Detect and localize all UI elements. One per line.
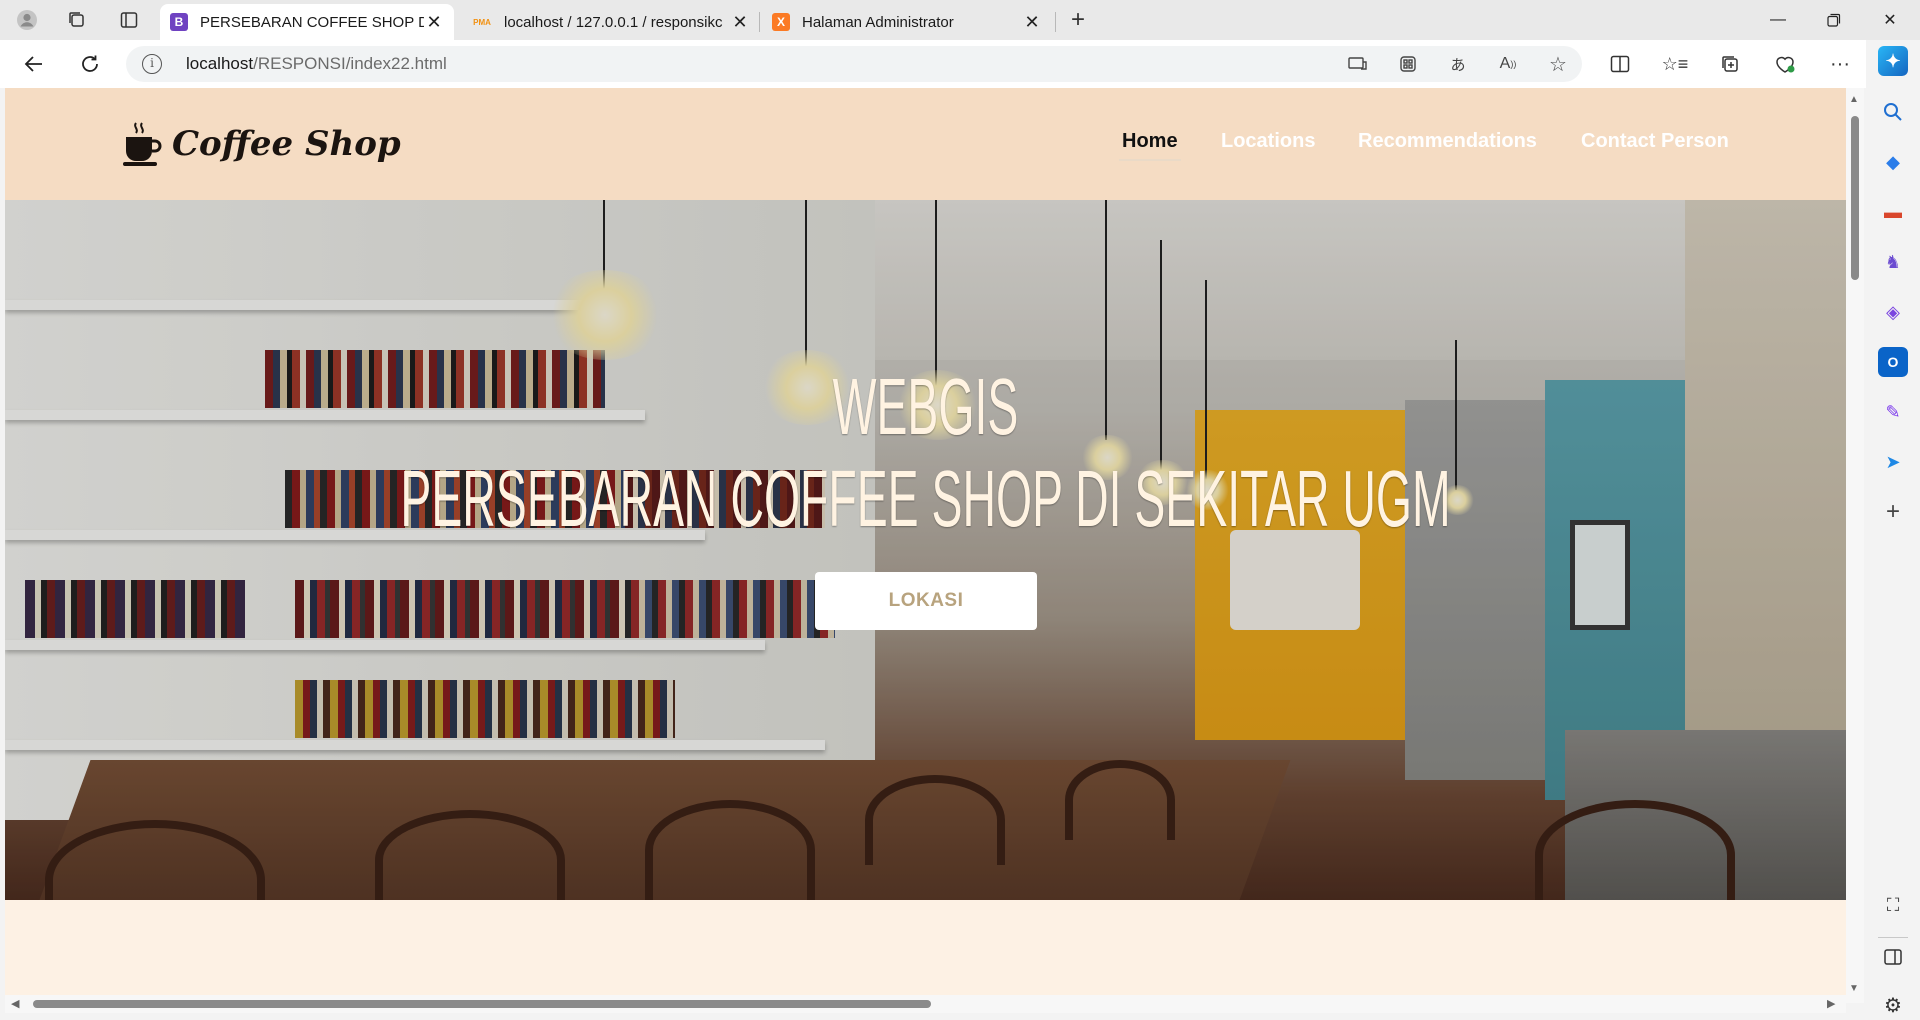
- page-viewport: Coffee Shop Home Locations Recommendatio…: [5, 88, 1846, 1003]
- translate-icon[interactable]: あ: [1446, 54, 1470, 74]
- refresh-icon[interactable]: [72, 48, 108, 80]
- tab-phpmyadmin[interactable]: PMA localhost / 127.0.0.1 / responsikc ✕: [462, 4, 760, 40]
- copilot-icon[interactable]: ✦: [1878, 46, 1908, 76]
- horizontal-scroll-thumb[interactable]: [33, 1000, 931, 1008]
- nav-recommendations[interactable]: Recommendations: [1358, 130, 1537, 153]
- close-tab-icon[interactable]: ✕: [1022, 12, 1042, 33]
- back-arrow-icon[interactable]: [16, 48, 52, 80]
- brand[interactable]: Coffee Shop: [122, 121, 401, 167]
- hero-title-line1: WEBGIS: [832, 362, 1019, 451]
- hero-section: WEBGIS PERSEBARAN COFFEE SHOP DI SEKITAR…: [5, 200, 1846, 900]
- horizontal-scrollbar[interactable]: ◀ ▶: [5, 995, 1846, 1013]
- close-tab-icon[interactable]: ✕: [424, 12, 444, 33]
- xampp-favicon-icon: X: [772, 13, 790, 31]
- minimize-icon[interactable]: —: [1750, 0, 1806, 40]
- collections-icon[interactable]: [1715, 50, 1745, 78]
- settings-gear-icon[interactable]: ⚙: [1878, 990, 1908, 1020]
- sidebar-separator: [1878, 937, 1908, 938]
- edge-sidebar: ✦ ◆ ▬ ♞ ◈ O ✎ ➤ + ⛶ ⚙: [1866, 40, 1920, 1020]
- url-path: /RESPONSI/index22.html: [253, 54, 447, 73]
- site-info-icon[interactable]: i: [142, 54, 162, 74]
- nav-home[interactable]: Home: [1119, 130, 1181, 161]
- site-navbar: Coffee Shop Home Locations Recommendatio…: [5, 88, 1846, 200]
- phpmyadmin-favicon-icon: PMA: [473, 17, 491, 27]
- address-url[interactable]: localhost/RESPONSI/index22.html: [186, 54, 447, 74]
- scroll-up-icon[interactable]: ▲: [1849, 94, 1859, 105]
- new-tab-icon[interactable]: +: [1063, 6, 1093, 34]
- search-icon[interactable]: [1878, 97, 1908, 127]
- close-tab-icon[interactable]: ✕: [730, 12, 750, 33]
- add-sidebar-app-icon[interactable]: +: [1878, 497, 1908, 527]
- tab-title: localhost / 127.0.0.1 / responsikc: [504, 13, 723, 31]
- scroll-left-icon[interactable]: ◀: [11, 997, 19, 1010]
- favorites-icon[interactable]: ☆≡: [1660, 50, 1690, 78]
- favorite-star-icon[interactable]: ☆: [1546, 54, 1570, 76]
- tab-strip: B PERSEBARAN COFFEE SHOP DI S ✕ PMA loca…: [0, 0, 1920, 40]
- workspaces-icon[interactable]: [62, 6, 92, 34]
- hero-overlay: [5, 200, 1846, 900]
- close-window-icon[interactable]: ✕: [1862, 0, 1918, 40]
- hero-title-line2: PERSEBARAN COFFEE SHOP DI SEKITAR UGM: [400, 454, 1451, 543]
- profile-icon[interactable]: [12, 6, 42, 34]
- tab-separator: [759, 12, 760, 32]
- tab-actions-icon[interactable]: [114, 6, 144, 34]
- coffee-cup-icon: [122, 121, 162, 167]
- split-screen-icon[interactable]: [1605, 50, 1635, 78]
- more-options-icon[interactable]: ···: [1825, 50, 1855, 78]
- browser-toolbar: i localhost/RESPONSI/index22.html あ A)) …: [0, 40, 1920, 88]
- app-available-icon[interactable]: [1346, 54, 1370, 74]
- scroll-right-icon[interactable]: ▶: [1827, 997, 1835, 1010]
- apps-grid-icon[interactable]: [1396, 54, 1420, 74]
- tools-briefcase-icon[interactable]: ▬: [1878, 197, 1908, 227]
- tab-separator: [1055, 12, 1056, 32]
- bootstrap-favicon-icon: B: [170, 13, 188, 31]
- hide-sidebar-icon[interactable]: [1878, 942, 1908, 972]
- browser-essentials-icon[interactable]: [1770, 50, 1800, 78]
- read-aloud-icon[interactable]: A)): [1496, 54, 1520, 74]
- tab-title: PERSEBARAN COFFEE SHOP DI S: [200, 13, 424, 31]
- url-host: localhost: [186, 54, 254, 73]
- tab-persebaran[interactable]: B PERSEBARAN COFFEE SHOP DI S ✕: [160, 4, 454, 40]
- screenshot-icon[interactable]: ⛶: [1878, 890, 1908, 920]
- drop-send-icon[interactable]: ➤: [1878, 447, 1908, 477]
- designer-icon[interactable]: ✎: [1878, 397, 1908, 427]
- vertical-scrollbar[interactable]: ▲ ▼: [1846, 88, 1864, 1003]
- shopping-tag-icon[interactable]: ◆: [1878, 147, 1908, 177]
- games-icon[interactable]: ♞: [1878, 247, 1908, 277]
- address-bar[interactable]: i localhost/RESPONSI/index22.html あ A)) …: [126, 46, 1582, 82]
- tab-title: Halaman Administrator: [802, 13, 954, 31]
- tab-admin[interactable]: X Halaman Administrator ✕: [762, 4, 1052, 40]
- microsoft365-icon[interactable]: ◈: [1878, 297, 1908, 327]
- lokasi-button[interactable]: LOKASI: [815, 572, 1037, 630]
- brand-name: Coffee Shop: [172, 124, 401, 164]
- nav-contact-person[interactable]: Contact Person: [1581, 130, 1729, 153]
- restore-icon[interactable]: [1806, 0, 1862, 40]
- outlook-icon[interactable]: O: [1878, 347, 1908, 377]
- nav-locations[interactable]: Locations: [1221, 130, 1315, 153]
- scroll-down-icon[interactable]: ▼: [1849, 983, 1859, 994]
- vertical-scroll-thumb[interactable]: [1851, 116, 1859, 280]
